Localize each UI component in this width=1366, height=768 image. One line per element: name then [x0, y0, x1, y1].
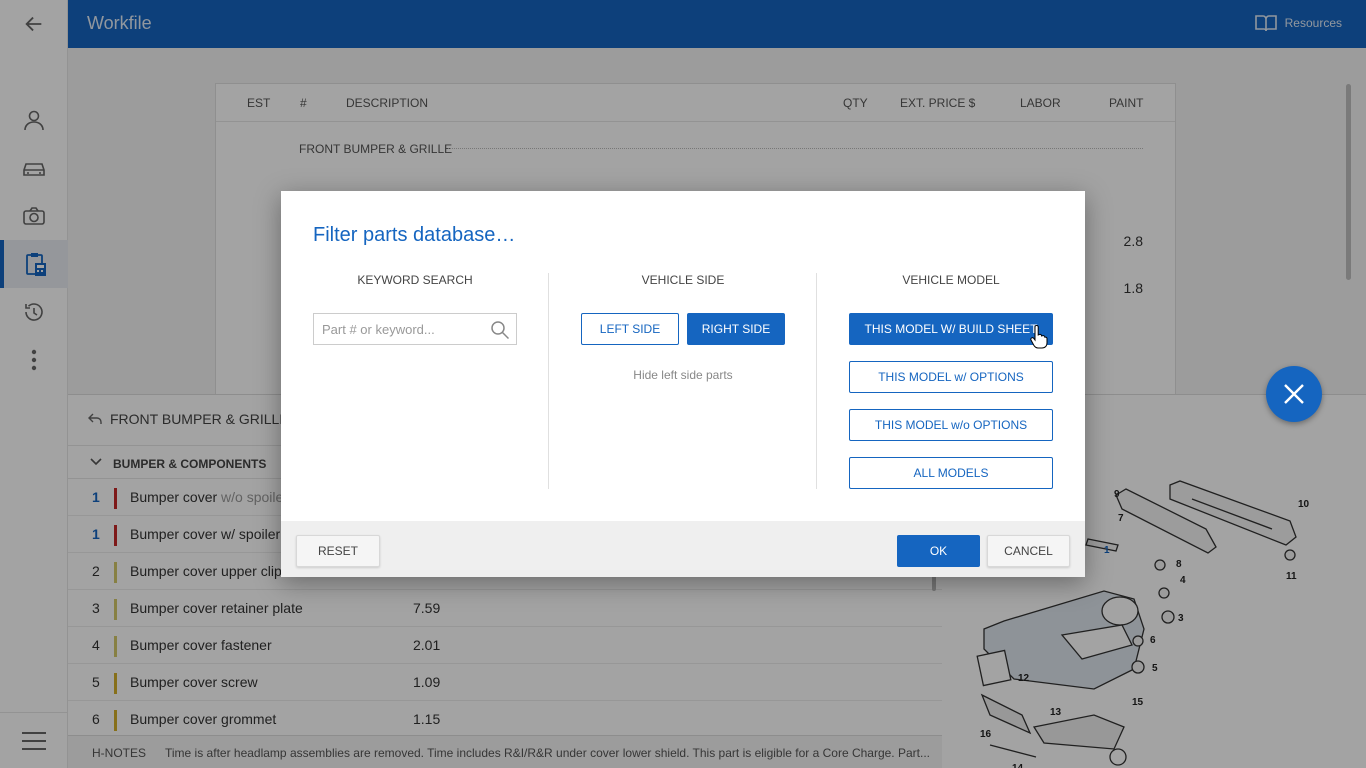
- model-with-options-button[interactable]: THIS MODEL w/ OPTIONS: [849, 361, 1053, 393]
- dialog-title: Filter parts database…: [313, 224, 516, 246]
- keyword-search-header: KEYWORD SEARCH: [357, 273, 473, 287]
- close-fab[interactable]: [1266, 366, 1322, 422]
- search-input[interactable]: [314, 314, 484, 344]
- model-without-options-button[interactable]: THIS MODEL w/o OPTIONS: [849, 409, 1053, 441]
- vehicle-side-section: VEHICLE SIDE LEFT SIDE RIGHT SIDE Hide l…: [549, 273, 817, 489]
- cancel-button[interactable]: CANCEL: [987, 535, 1070, 567]
- model-build-sheet-button[interactable]: THIS MODEL W/ BUILD SHEET: [849, 313, 1053, 345]
- close-icon: [1284, 384, 1304, 404]
- search-icon[interactable]: [490, 320, 510, 340]
- reset-button[interactable]: RESET: [296, 535, 380, 567]
- vehicle-model-header: VEHICLE MODEL: [902, 273, 1000, 287]
- search-box[interactable]: [313, 313, 517, 345]
- keyword-search-section: KEYWORD SEARCH: [313, 273, 517, 489]
- ok-button[interactable]: OK: [897, 535, 980, 567]
- right-side-button[interactable]: RIGHT SIDE: [687, 313, 785, 345]
- hand-cursor-icon: [1030, 325, 1048, 349]
- dialog-footer: RESET OK CANCEL: [281, 521, 1085, 577]
- all-models-button[interactable]: ALL MODELS: [849, 457, 1053, 489]
- left-side-button[interactable]: LEFT SIDE: [581, 313, 679, 345]
- side-hint: Hide left side parts: [633, 368, 733, 382]
- vehicle-model-section: VEHICLE MODEL THIS MODEL W/ BUILD SHEET …: [817, 273, 1085, 489]
- vehicle-side-header: VEHICLE SIDE: [641, 273, 725, 287]
- filter-dialog: Filter parts database… KEYWORD SEARCH VE…: [281, 191, 1085, 577]
